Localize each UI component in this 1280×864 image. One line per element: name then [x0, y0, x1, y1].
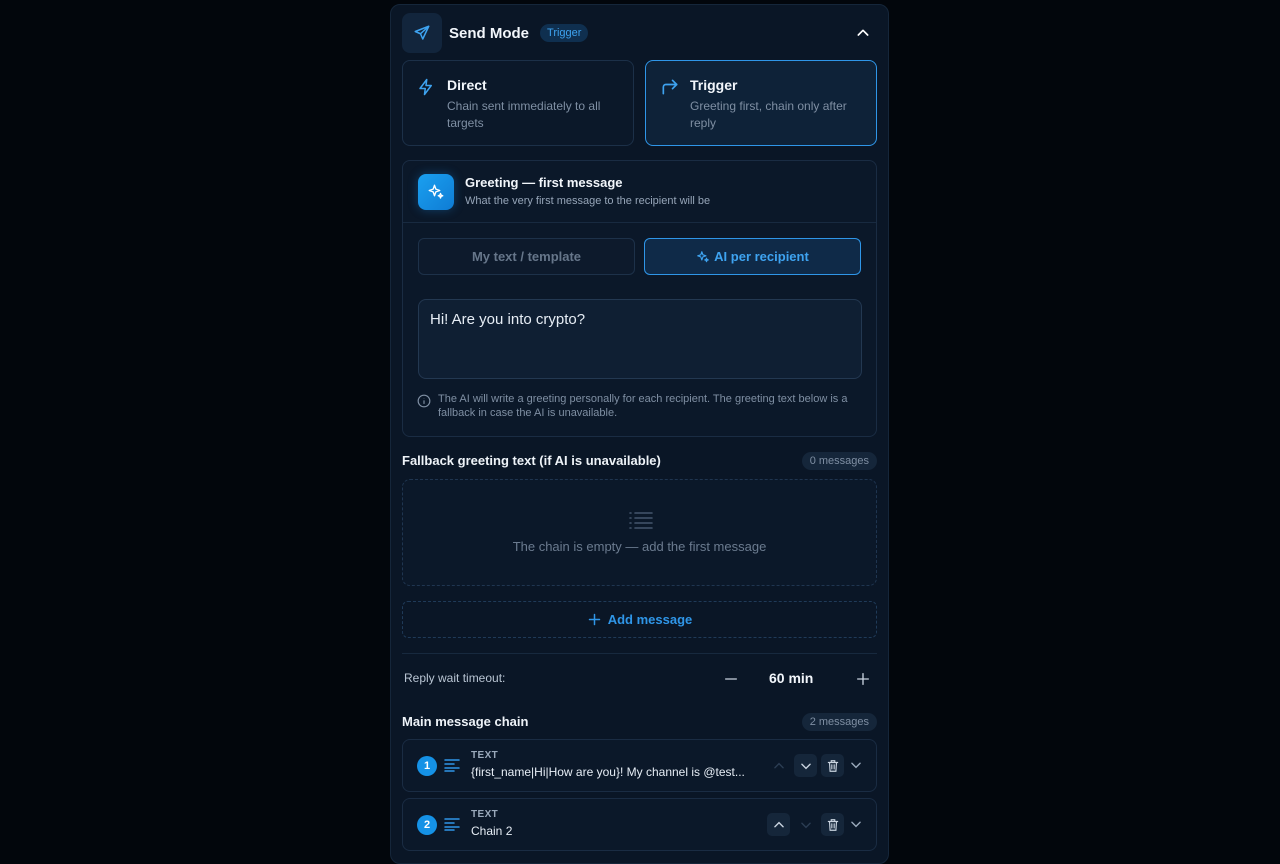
timeout-label: Reply wait timeout: — [404, 671, 506, 685]
fallback-title: Fallback greeting text (if AI is unavail… — [402, 453, 661, 468]
bolt-icon — [417, 77, 435, 102]
text-align-icon — [444, 818, 460, 836]
move-up-button[interactable] — [767, 754, 790, 777]
tab-ai-per-recipient[interactable]: AI per recipient — [644, 238, 861, 275]
divider — [403, 222, 876, 223]
mode-description: Greeting first, chain only after reply — [690, 99, 847, 130]
delete-button[interactable] — [821, 813, 844, 836]
chevron-up-icon — [773, 821, 784, 827]
divider — [402, 653, 877, 654]
move-down-button[interactable] — [794, 813, 817, 836]
main-chain-count-badge: 2 messages — [801, 713, 877, 731]
page-title: Send Mode — [449, 24, 530, 42]
send-icon — [402, 13, 442, 53]
tab-label: My text / template — [471, 249, 582, 264]
message-type: TEXT — [471, 750, 499, 761]
move-up-button[interactable] — [767, 813, 790, 836]
minus-icon — [725, 678, 737, 680]
increase-timeout-button[interactable] — [854, 670, 872, 688]
ai-info-note: The AI will write a greeting personally … — [417, 392, 856, 420]
chevron-down-icon — [800, 763, 811, 769]
greeting-title: Greeting — first message — [465, 175, 623, 190]
greeting-subtitle: What the very first message to the recip… — [465, 195, 711, 207]
mode-title: Direct — [447, 77, 487, 93]
greeting-card: Greeting — first message What the very f… — [402, 160, 877, 437]
timeout-value: 60 min — [769, 670, 814, 686]
main-chain-title: Main message chain — [402, 714, 529, 729]
mode-title: Trigger — [690, 77, 738, 93]
mode-badge: Trigger — [540, 24, 589, 42]
plus-icon — [857, 673, 869, 685]
decrease-timeout-button[interactable] — [722, 670, 740, 688]
send-mode-panel: Send Mode Trigger Direct Chain sent imme… — [390, 4, 889, 864]
sparkles-icon — [418, 174, 454, 210]
plus-icon — [588, 613, 600, 626]
mode-description: Chain sent immediately to all targets — [447, 99, 601, 130]
forward-arrow-icon — [660, 77, 680, 102]
delete-button[interactable] — [821, 754, 844, 777]
chevron-down-icon — [800, 822, 811, 828]
chevron-down-icon[interactable] — [849, 758, 863, 777]
message-number: 1 — [417, 756, 437, 776]
mode-option-direct[interactable]: Direct Chain sent immediately to all tar… — [402, 60, 634, 146]
chain-message-row[interactable]: 1 TEXT {first_name|Hi|How are you}! My c… — [402, 739, 877, 792]
chevron-up-icon[interactable] — [855, 25, 871, 46]
info-text: The AI will write a greeting personally … — [438, 393, 848, 419]
add-message-label: Add message — [607, 612, 693, 627]
text-align-icon — [444, 759, 460, 777]
message-type: TEXT — [471, 809, 499, 820]
move-down-button[interactable] — [794, 754, 817, 777]
chain-message-row[interactable]: 2 TEXT Chain 2 — [402, 798, 877, 851]
list-icon — [629, 511, 653, 534]
add-message-button[interactable]: Add message — [402, 601, 877, 638]
message-number: 2 — [417, 815, 437, 835]
chevron-down-icon[interactable] — [849, 817, 863, 836]
trash-icon — [827, 759, 838, 772]
empty-text: The chain is empty — add the first messa… — [512, 539, 767, 554]
mode-option-trigger[interactable]: Trigger Greeting first, chain only after… — [645, 60, 877, 146]
fallback-count-badge: 0 messages — [801, 452, 877, 470]
trash-icon — [827, 818, 838, 831]
info-icon — [417, 394, 431, 408]
fallback-empty-state: The chain is empty — add the first messa… — [402, 479, 877, 586]
greeting-textarea[interactable]: Hi! Are you into crypto? — [418, 299, 862, 379]
message-preview: {first_name|Hi|How are you}! My channel … — [471, 765, 745, 779]
sparkles-icon — [697, 250, 710, 262]
message-preview: Chain 2 — [471, 824, 513, 838]
send-mode-header[interactable]: Send Mode Trigger — [402, 13, 877, 53]
chevron-up-icon — [773, 762, 784, 768]
tab-label: AI per recipient — [714, 249, 809, 264]
tab-template[interactable]: My text / template — [418, 238, 635, 275]
